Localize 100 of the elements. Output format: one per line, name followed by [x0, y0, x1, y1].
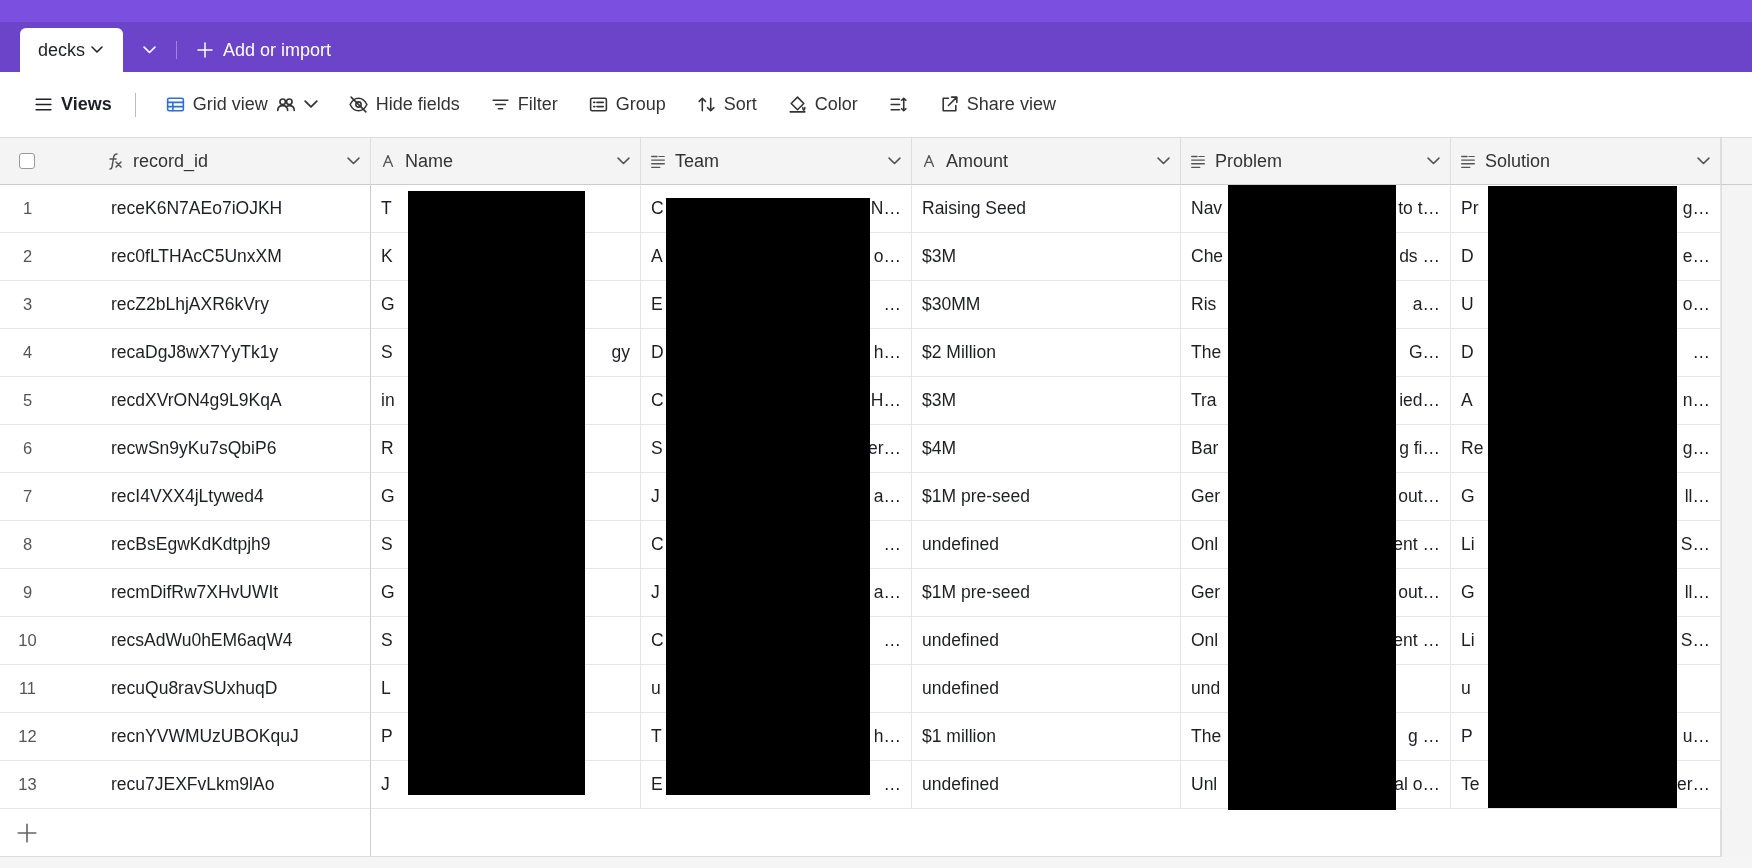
- cell-text: und: [1191, 678, 1221, 699]
- add-row-button[interactable]: [16, 821, 38, 844]
- sort-icon: [695, 94, 717, 115]
- paint-bucket-icon: [786, 94, 808, 115]
- cell-text: e…: [1682, 246, 1710, 267]
- cell-text: U: [1461, 294, 1474, 315]
- toolbar-button[interactable]: Filter: [480, 88, 567, 121]
- cell-text: undefined: [922, 534, 999, 555]
- record-id: recsAdWu0hEM6aqW4: [111, 630, 293, 651]
- chevron-down-icon: [1697, 157, 1710, 165]
- cell-text: G: [381, 486, 395, 507]
- add-import-button[interactable]: Add or import: [185, 28, 342, 72]
- cell-text: ll…: [1684, 486, 1710, 507]
- toolbar-button[interactable]: Sort: [686, 88, 766, 121]
- cell-text: a…: [873, 582, 901, 603]
- cell-text: Li: [1461, 630, 1475, 651]
- cell-text: S…: [1680, 630, 1710, 651]
- column-header[interactable]: Solution: [1459, 150, 1697, 172]
- cell-text: out…: [1398, 486, 1440, 507]
- cell-text: D: [651, 342, 664, 363]
- cell-text: E: [651, 294, 663, 315]
- cell-text: …: [883, 534, 901, 555]
- row-number: 11: [17, 679, 38, 698]
- chevron-down-icon: [617, 157, 630, 165]
- cell-text: Tra: [1191, 390, 1217, 411]
- cell-text: Re: [1461, 438, 1484, 459]
- cell-text: $1 million: [922, 726, 996, 747]
- cell-text: ied…: [1399, 390, 1440, 411]
- cell-text: u: [1461, 678, 1471, 699]
- record-id: recaDgJ8wX7YyTk1y: [111, 342, 279, 363]
- chevron-down-icon: [303, 100, 318, 109]
- row-number: 6: [21, 439, 34, 458]
- cell-text: a…: [1412, 294, 1440, 315]
- column-header[interactable]: Name: [379, 150, 617, 172]
- cell-text: ll…: [1684, 582, 1710, 603]
- row-number: 1: [21, 199, 34, 218]
- cell-text: The: [1191, 726, 1222, 747]
- column-header[interactable]: Problem: [1189, 150, 1427, 172]
- cell-text: Onl: [1191, 534, 1219, 555]
- cell-text: $3M: [922, 246, 957, 267]
- group-icon: [587, 94, 609, 115]
- cell-text: R: [381, 438, 394, 459]
- select-all-checkbox[interactable]: [19, 153, 35, 169]
- chevron-down-icon: [347, 157, 360, 165]
- cell-text: out…: [1398, 582, 1440, 603]
- cell-text: G: [1461, 582, 1475, 603]
- cell-text: $3M: [922, 390, 957, 411]
- record-id: recdXVrON4g9L9KqA: [111, 390, 282, 411]
- views-button[interactable]: Views: [24, 88, 121, 121]
- cell-text: undefined: [922, 774, 999, 795]
- cell-text: H…: [870, 390, 901, 411]
- cell-text: $2 Million: [922, 342, 996, 363]
- cell-text: S: [381, 342, 393, 363]
- table-tab[interactable]: decks: [20, 28, 124, 72]
- record-id: recBsEgwKdKdtpjh9: [111, 534, 271, 555]
- row-height-icon: [887, 94, 909, 115]
- toolbar-button[interactable]: Share view: [929, 88, 1065, 121]
- cell-text: G: [381, 582, 395, 603]
- cell-text: P: [381, 726, 393, 747]
- row-number: 5: [21, 391, 34, 410]
- record-id: recZ2bLhjAXR6kVry: [111, 294, 269, 315]
- cell-text: Che: [1191, 246, 1224, 267]
- toolbar-button[interactable]: Group: [578, 88, 675, 121]
- cell-text: G…: [1408, 342, 1440, 363]
- column-header[interactable]: Team: [649, 150, 888, 172]
- row-number: 3: [21, 295, 34, 314]
- toolbar-button[interactable]: Color: [777, 88, 867, 121]
- cell-text: D: [1461, 342, 1474, 363]
- row-number: 2: [21, 247, 34, 266]
- cell-text: J: [651, 486, 660, 507]
- column-header[interactable]: Amount: [920, 150, 1157, 172]
- record-id: recu7JEXFvLkm9lAo: [111, 774, 275, 795]
- row-number: 7: [21, 487, 34, 506]
- cell-text: $4M: [922, 438, 957, 459]
- cell-text: $1M pre-seed: [922, 582, 1030, 603]
- cell-text: K: [381, 246, 393, 267]
- cell-text: …: [883, 630, 901, 651]
- cell-text: undefined: [922, 678, 999, 699]
- row-number: 12: [17, 727, 38, 746]
- row-number: 8: [21, 535, 34, 554]
- record-id: receK6N7AEo7iOJKH: [111, 198, 283, 219]
- cell-text: h…: [873, 342, 901, 363]
- cell-text: undefined: [922, 630, 999, 651]
- cell-text: A: [1461, 390, 1473, 411]
- toolbar-button[interactable]: Hide fields: [338, 88, 469, 121]
- cell-text: to t…: [1398, 198, 1440, 219]
- cell-text: a…: [873, 486, 901, 507]
- cell-text: g …: [1407, 726, 1440, 747]
- cell-text: er…: [1676, 774, 1710, 795]
- cell-text: C: [651, 534, 664, 555]
- cell-text: A: [651, 246, 663, 267]
- view-switcher[interactable]: Grid view: [155, 87, 327, 122]
- cell-text: S: [381, 630, 393, 651]
- cell-text: C: [651, 390, 664, 411]
- cell-text: L: [381, 678, 391, 699]
- cell-text: …: [883, 294, 901, 315]
- record-id: recnYVWMUzUBOKquJ: [111, 726, 299, 747]
- cell-text: The: [1191, 342, 1222, 363]
- row-number: 4: [21, 343, 34, 362]
- column-header[interactable]: record_id: [105, 150, 347, 172]
